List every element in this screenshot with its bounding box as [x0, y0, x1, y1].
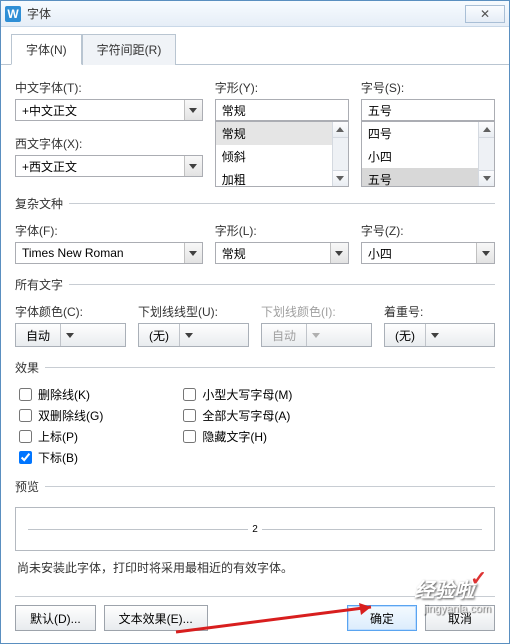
- scroll-up-icon[interactable]: [333, 122, 348, 138]
- dropdown-arrow-icon: [476, 243, 494, 263]
- close-icon: ✕: [480, 7, 490, 21]
- font-color-combo[interactable]: 自动: [15, 323, 126, 347]
- scroll-down-icon[interactable]: [333, 170, 348, 186]
- dropdown-arrow-icon: [60, 324, 78, 346]
- size-label: 字号(S):: [361, 79, 495, 96]
- scroll-down-icon[interactable]: [479, 170, 494, 186]
- scrollbar[interactable]: [332, 122, 348, 186]
- app-icon: W: [5, 6, 21, 22]
- complex-style-value: 常规: [216, 245, 330, 262]
- font-color-label: 字体颜色(C):: [15, 303, 126, 320]
- all-text-group: 所有文字 字体颜色(C): 自动 下划线线型(U): (无): [15, 276, 495, 351]
- all-text-legend: 所有文字: [15, 276, 69, 293]
- emphasis-label: 着重号:: [384, 303, 495, 320]
- effects-legend: 效果: [15, 359, 45, 376]
- tab-font[interactable]: 字体(N): [11, 34, 82, 65]
- title-bar: W 字体 ✕: [1, 1, 509, 27]
- hidden-checkbox[interactable]: 隐藏文字(H): [183, 428, 292, 445]
- dropdown-arrow-icon: [184, 100, 202, 120]
- en-font-label: 西文字体(X):: [15, 135, 203, 152]
- list-item[interactable]: 倾斜: [216, 145, 332, 168]
- size-input[interactable]: 五号: [361, 99, 495, 121]
- underline-color-combo: 自动: [261, 323, 372, 347]
- font-note: 尚未安装此字体，打印时将采用最相近的有效字体。: [17, 559, 493, 576]
- ok-button[interactable]: 确定: [347, 605, 417, 631]
- double-strike-checkbox[interactable]: 双删除线(G): [19, 407, 103, 424]
- smallcaps-checkbox[interactable]: 小型大写字母(M): [183, 386, 292, 403]
- allcaps-checkbox[interactable]: 全部大写字母(A): [183, 407, 292, 424]
- dropdown-arrow-icon: [330, 243, 348, 263]
- dropdown-arrow-icon: [306, 324, 324, 346]
- text-effect-button[interactable]: 文本效果(E)...: [104, 605, 208, 631]
- complex-font-combo[interactable]: Times New Roman: [15, 242, 203, 264]
- cancel-button[interactable]: 取消: [425, 605, 495, 631]
- cn-font-label: 中文字体(T):: [15, 79, 203, 96]
- complex-size-combo[interactable]: 小四: [361, 242, 495, 264]
- superscript-checkbox[interactable]: 上标(P): [19, 428, 103, 445]
- en-font-combo[interactable]: +西文正文: [15, 155, 203, 177]
- complex-size-value: 小四: [362, 245, 476, 262]
- dropdown-arrow-icon: [184, 243, 202, 263]
- complex-style-label: 字形(L):: [215, 222, 349, 239]
- scroll-up-icon[interactable]: [479, 122, 494, 138]
- cn-font-combo[interactable]: +中文正文: [15, 99, 203, 121]
- strike-checkbox[interactable]: 删除线(K): [19, 386, 103, 403]
- dropdown-arrow-icon: [425, 324, 443, 346]
- window-title: 字体: [27, 5, 465, 22]
- list-item[interactable]: 常规: [216, 122, 332, 145]
- complex-scripts-group: 复杂文种 字体(F): Times New Roman 字形(L): 常规: [15, 195, 495, 268]
- style-listbox[interactable]: 常规 倾斜 加粗: [215, 121, 349, 187]
- default-button[interactable]: 默认(D)...: [15, 605, 96, 631]
- size-listbox[interactable]: 四号 小四 五号: [361, 121, 495, 187]
- complex-legend: 复杂文种: [15, 195, 69, 212]
- style-input[interactable]: 常规: [215, 99, 349, 121]
- preview-legend: 预览: [15, 478, 45, 495]
- complex-size-label: 字号(Z):: [361, 222, 495, 239]
- list-item[interactable]: 加粗: [216, 168, 332, 187]
- complex-style-combo[interactable]: 常规: [215, 242, 349, 264]
- en-font-value: +西文正文: [16, 158, 184, 175]
- underline-label: 下划线线型(U):: [138, 303, 249, 320]
- underline-combo[interactable]: (无): [138, 323, 249, 347]
- list-item[interactable]: 小四: [362, 145, 478, 168]
- preview-box: 2: [15, 507, 495, 551]
- complex-font-label: 字体(F):: [15, 222, 203, 239]
- tab-strip: 字体(N) 字符间距(R): [1, 27, 509, 65]
- list-item[interactable]: 四号: [362, 122, 478, 145]
- close-button[interactable]: ✕: [465, 5, 505, 23]
- subscript-checkbox[interactable]: 下标(B): [19, 449, 103, 466]
- list-item[interactable]: 五号: [362, 168, 478, 187]
- tab-spacing[interactable]: 字符间距(R): [82, 34, 177, 65]
- preview-sample: 2: [248, 524, 262, 535]
- dropdown-arrow-icon: [179, 324, 197, 346]
- cn-font-value: +中文正文: [16, 102, 184, 119]
- dropdown-arrow-icon: [184, 156, 202, 176]
- style-label: 字形(Y):: [215, 79, 349, 96]
- scrollbar[interactable]: [478, 122, 494, 186]
- emphasis-combo[interactable]: (无): [384, 323, 495, 347]
- preview-group: 预览 2: [15, 478, 495, 551]
- effects-group: 效果 删除线(K) 双删除线(G) 上标(P) 下标(B) 小型大写字母(M) …: [15, 359, 495, 470]
- complex-font-value: Times New Roman: [16, 246, 184, 260]
- underline-color-label: 下划线颜色(I):: [261, 303, 372, 320]
